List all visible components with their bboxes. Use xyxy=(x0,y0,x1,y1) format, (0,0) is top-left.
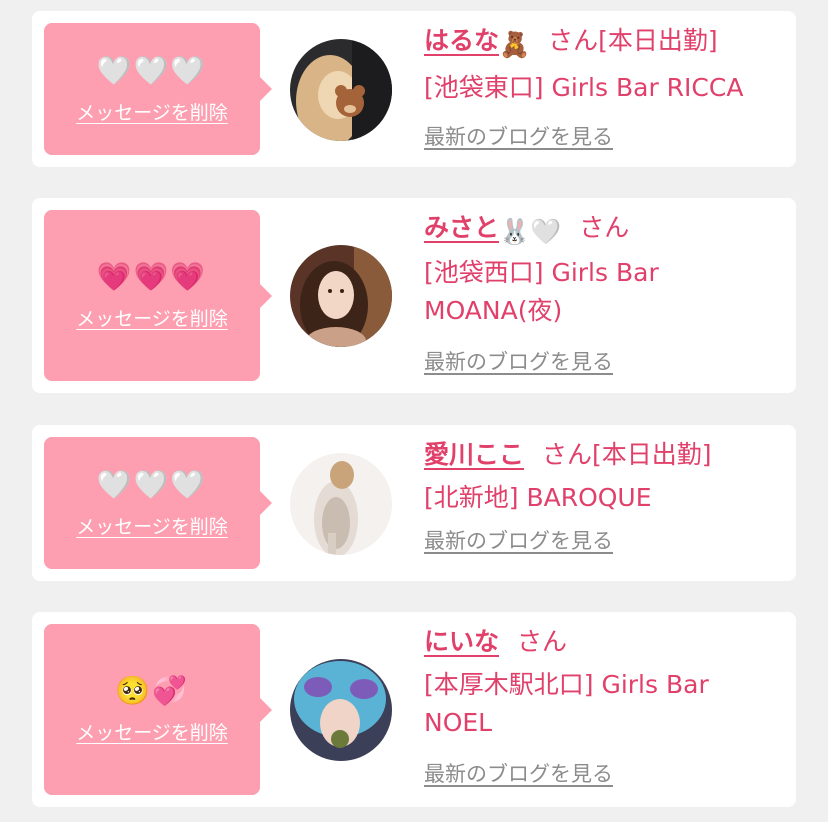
reaction-bubble: 🤍🤍🤍 メッセージを削除 xyxy=(44,23,272,155)
honorific: さん xyxy=(579,213,630,242)
honorific: さん xyxy=(517,627,568,656)
honorific: さん xyxy=(542,440,593,469)
cast-name: みさと xyxy=(424,213,500,242)
avatar[interactable] xyxy=(290,245,392,347)
shop-name: [池袋西口] Girls Bar MOANA(夜) xyxy=(424,258,659,325)
delete-message-link[interactable]: メッセージを削除 xyxy=(76,304,228,331)
latest-blog-link[interactable]: 最新のブログを見る xyxy=(424,525,613,555)
latest-blog-link[interactable]: 最新のブログを見る xyxy=(424,346,613,376)
cast-name-link[interactable]: はるな🧸 xyxy=(424,26,530,59)
avatar[interactable] xyxy=(290,659,392,761)
message-card: 🥺💞 メッセージを削除 にいな さん [本厚木駅北口] Girls Bar NOE… xyxy=(32,612,796,807)
reaction-emoji: 🤍🤍🤍 xyxy=(96,467,208,501)
reaction-bubble: 💗💗💗 メッセージを削除 xyxy=(44,210,272,381)
delete-message-link[interactable]: メッセージを削除 xyxy=(76,512,228,539)
reaction-emoji: 🤍🤍🤍 xyxy=(96,53,208,87)
rabbit-heart-icon: 🐰🤍 xyxy=(499,217,562,246)
message-card: 🤍🤍🤍 メッセージを削除 愛川ここ さん[本日出勤] [北新地] BAROQUE … xyxy=(32,425,796,581)
work-status: [本日出勤] xyxy=(592,440,712,469)
cast-name: はるな xyxy=(424,26,500,55)
name-line: はるな🧸 さん[本日出勤] xyxy=(424,23,772,63)
avatar-image xyxy=(290,659,392,761)
shop-name: [本厚木駅北口] Girls Bar NOEL xyxy=(424,670,709,737)
cast-info: みさと🐰🤍 さん [池袋西口] Girls Bar MOANA(夜) 最新のブログ… xyxy=(424,210,772,376)
shop-name: [池袋東口] Girls Bar RICCA xyxy=(424,73,744,102)
reaction-emoji: 🥺💞 xyxy=(115,674,189,707)
delete-message-link[interactable]: メッセージを削除 xyxy=(76,718,228,745)
honorific: さん xyxy=(548,26,599,55)
cast-name-link[interactable]: にいな xyxy=(424,627,499,656)
delete-message-link[interactable]: メッセージを削除 xyxy=(76,98,228,125)
reaction-bubble: 🥺💞 メッセージを削除 xyxy=(44,624,272,795)
avatar-image xyxy=(290,453,392,555)
name-line: にいな さん xyxy=(424,624,772,660)
avatar[interactable] xyxy=(290,453,392,555)
cast-info: にいな さん [本厚木駅北口] Girls Bar NOEL 最新のブログを見る xyxy=(424,624,772,788)
message-card: 🤍🤍🤍 メッセージを削除 はるな🧸 さん[本日出勤] [池袋東口] Girls B… xyxy=(32,11,796,167)
message-card: 💗💗💗 メッセージを削除 みさと🐰🤍 さん [池袋西口] Girls Bar MO… xyxy=(32,198,796,393)
latest-blog-link[interactable]: 最新のブログを見る xyxy=(424,758,613,788)
latest-blog-link[interactable]: 最新のブログを見る xyxy=(424,121,613,151)
avatar-image xyxy=(290,245,392,347)
cast-info: 愛川ここ さん[本日出勤] [北新地] BAROQUE 最新のブログを見る xyxy=(424,437,772,555)
message-list: 🤍🤍🤍 メッセージを削除 はるな🧸 さん[本日出勤] [池袋東口] Girls B… xyxy=(0,0,828,822)
teddy-bear-icon: 🧸 xyxy=(499,30,531,59)
name-line: 愛川ここ さん[本日出勤] xyxy=(424,437,772,473)
name-line: みさと🐰🤍 さん xyxy=(424,210,772,250)
cast-info: はるな🧸 さん[本日出勤] [池袋東口] Girls Bar RICCA 最新のブ… xyxy=(424,23,772,151)
avatar-image xyxy=(290,39,392,141)
cast-name-link[interactable]: みさと🐰🤍 xyxy=(424,213,561,246)
shop-name: [北新地] BAROQUE xyxy=(424,483,652,512)
cast-name: にいな xyxy=(424,627,500,656)
cast-name: 愛川ここ xyxy=(424,440,525,469)
reaction-bubble: 🤍🤍🤍 メッセージを削除 xyxy=(44,437,272,569)
avatar[interactable] xyxy=(290,39,392,141)
cast-name-link[interactable]: 愛川ここ xyxy=(424,440,524,469)
reaction-emoji: 💗💗💗 xyxy=(96,260,208,293)
work-status: [本日出勤] xyxy=(598,26,718,55)
